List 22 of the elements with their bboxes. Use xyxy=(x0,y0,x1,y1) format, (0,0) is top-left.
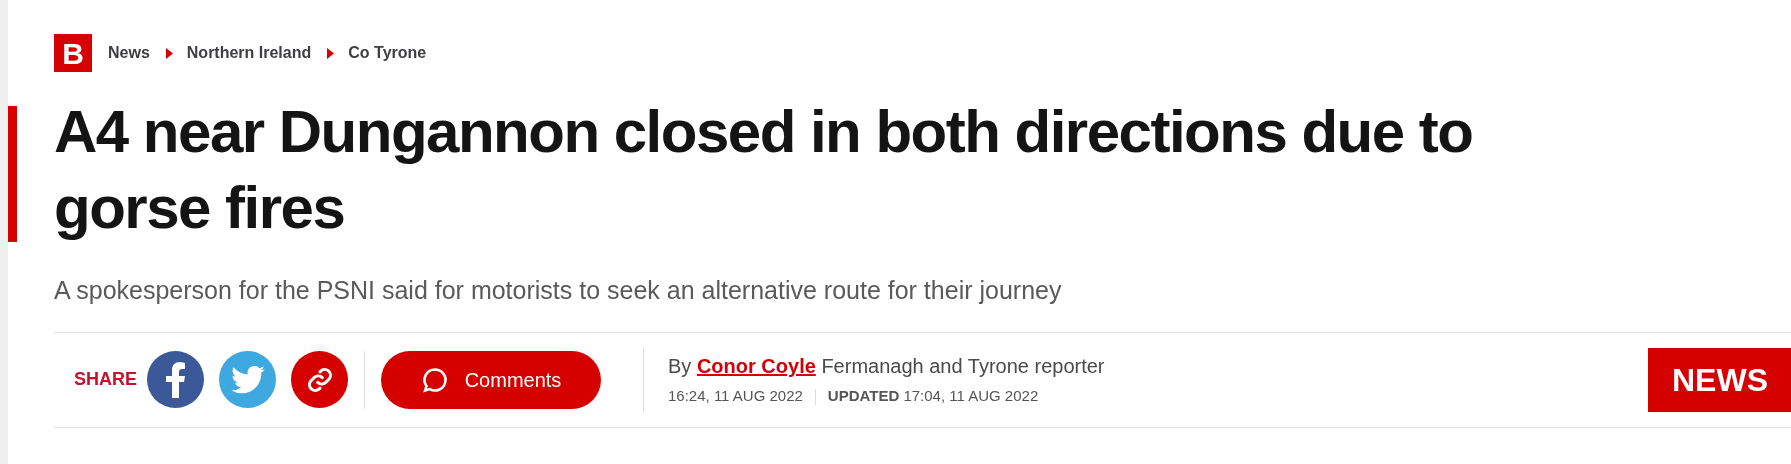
breadcrumb-link[interactable]: News xyxy=(108,41,150,65)
author-link[interactable]: Conor Coyle xyxy=(696,355,816,378)
chevron-icon xyxy=(165,47,173,59)
speech-bubble-icon xyxy=(420,365,449,394)
comments-button[interactable]: Comments xyxy=(381,350,601,409)
share-label: SHARE xyxy=(74,368,137,391)
link-icon xyxy=(305,365,334,394)
byline-text: By Conor Coyle Fermanagh and Tyrone reporter xyxy=(668,354,1105,380)
updated-time: UPDATED 17:04, 11 AUG 2022 xyxy=(827,386,1039,407)
standfirst: A spokesperson for the PSNI said for motorists to seek an alternative route for their journey xyxy=(54,275,1063,306)
twitter-button[interactable] xyxy=(219,351,276,408)
chevron-icon xyxy=(327,47,335,59)
copy-link-button[interactable] xyxy=(291,351,348,408)
published-time: 16:24, 11 AUG 2022 xyxy=(668,386,803,407)
headline: A4 near Dungannon closed in both directions due to gorse fires xyxy=(54,97,1474,243)
bird-icon xyxy=(230,365,265,394)
breadcrumb-link[interactable]: Co Tyrone xyxy=(348,41,427,65)
logo[interactable]: B xyxy=(54,34,92,72)
facebook-button[interactable] xyxy=(147,351,204,408)
breadcrumb-link[interactable]: Northern Ireland xyxy=(186,41,312,65)
section-badge[interactable]: NEWS xyxy=(1648,347,1791,412)
facebook-icon xyxy=(165,361,186,398)
